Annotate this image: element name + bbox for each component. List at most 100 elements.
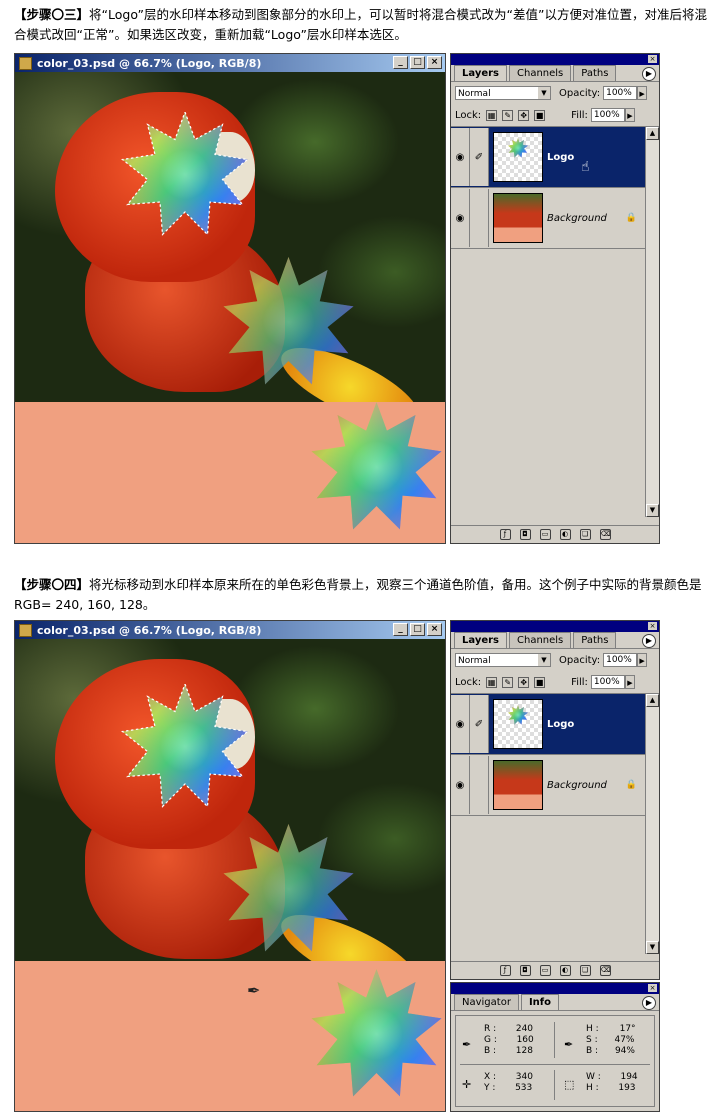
panel-close-icon[interactable]: × bbox=[648, 55, 657, 63]
layer-style-icon[interactable]: ƒ bbox=[499, 529, 511, 540]
blend-mode-select[interactable]: Normal ▼ bbox=[455, 86, 551, 100]
panel-menu-arrow-icon[interactable]: ▶ bbox=[642, 634, 656, 648]
tab-layers[interactable]: Layers bbox=[454, 632, 507, 648]
blend-mode-value: Normal bbox=[458, 89, 491, 99]
maximize-button[interactable]: □ bbox=[410, 623, 425, 636]
x-value: 340 bbox=[515, 1072, 533, 1082]
link-icon[interactable] bbox=[470, 756, 489, 814]
brush-icon[interactable]: ✐ bbox=[470, 128, 489, 186]
folder-icon[interactable]: ▭ bbox=[539, 965, 551, 976]
scroll-down-icon[interactable]: ▼ bbox=[646, 504, 659, 517]
eye-icon[interactable]: ◉ bbox=[451, 189, 470, 247]
fill-arrow-icon[interactable]: ▶ bbox=[624, 108, 635, 122]
opacity-label: Opacity: bbox=[559, 87, 601, 99]
scroll-up-icon[interactable]: ▲ bbox=[646, 694, 659, 707]
new-layer-icon[interactable]: ❏ bbox=[579, 529, 591, 540]
image-canvas[interactable]: ✒ bbox=[15, 639, 445, 1111]
s-value: 47% bbox=[614, 1035, 635, 1045]
maximize-button[interactable]: □ bbox=[410, 56, 425, 69]
g-label: G : bbox=[484, 1035, 497, 1045]
layer-scrollbar[interactable]: ▲ ▼ bbox=[645, 127, 659, 517]
fill-label: Fill: bbox=[571, 109, 588, 121]
layer-thumbnail bbox=[493, 193, 543, 243]
layer-row-logo[interactable]: ◉ ✐ Logo bbox=[451, 694, 645, 755]
lock-all-icon[interactable]: ■ bbox=[534, 676, 546, 688]
opacity-input[interactable]: 100% bbox=[603, 86, 638, 100]
mask-icon[interactable]: ◘ bbox=[519, 529, 531, 540]
tab-paths[interactable]: Paths bbox=[573, 632, 617, 648]
trash-icon[interactable]: ⌫ bbox=[599, 965, 611, 976]
layers-panel-2: × Layers Channels Paths ▶ Normal ▼ Opacit… bbox=[450, 620, 660, 980]
tab-info[interactable]: Info bbox=[520, 994, 559, 1010]
fill-input[interactable]: 100% bbox=[590, 675, 625, 689]
layer-row-background[interactable]: ◉ Background 🔒 bbox=[451, 188, 645, 249]
lock-transparency-icon[interactable]: ▦ bbox=[486, 109, 498, 121]
w-label: W : bbox=[586, 1072, 601, 1082]
lock-paint-icon[interactable]: ✎ bbox=[502, 676, 514, 688]
watermark-star-sample bbox=[311, 402, 442, 530]
scroll-up-icon[interactable]: ▲ bbox=[646, 127, 659, 140]
layer-list: ◉ ✐ Logo ☝ ◉ Background 🔒 ▲ ▼ bbox=[451, 126, 659, 517]
tab-paths[interactable]: Paths bbox=[573, 65, 617, 81]
opacity-input[interactable]: 100% bbox=[603, 653, 638, 667]
brush-icon[interactable]: ✐ bbox=[470, 695, 489, 753]
brightness-label: B : bbox=[586, 1046, 599, 1056]
mask-icon[interactable]: ◘ bbox=[519, 965, 531, 976]
panel-menu-arrow-icon[interactable]: ▶ bbox=[642, 996, 656, 1010]
layer-list: ◉ ✐ Logo ◉ Background 🔒 ▲ ▼ bbox=[451, 693, 659, 954]
panel-close-icon[interactable]: × bbox=[648, 622, 657, 630]
step4-text: 将光标移动到水印样本原来所在的单色彩色背景上，观察三个通道色阶值，备用。这个例子… bbox=[14, 577, 702, 612]
tab-navigator[interactable]: Navigator bbox=[454, 994, 519, 1010]
panel-close-icon[interactable]: × bbox=[648, 984, 657, 992]
layer-name: Background bbox=[547, 779, 607, 791]
step3-text: 将“Logo”层的水印样本移动到图象部分的水印上，可以暂时将混合模式改为“差值”… bbox=[14, 7, 707, 42]
panel-menu-arrow-icon[interactable]: ▶ bbox=[642, 67, 656, 81]
lock-move-icon[interactable]: ✥ bbox=[518, 676, 530, 688]
tab-layers[interactable]: Layers bbox=[454, 65, 507, 81]
new-layer-icon[interactable]: ❏ bbox=[579, 965, 591, 976]
document-titlebar[interactable]: color_03.psd @ 66.7% (Logo, RGB/8) _ □ × bbox=[15, 54, 445, 72]
lock-move-icon[interactable]: ✥ bbox=[518, 109, 530, 121]
step4-heading: 【步骤〇四】 bbox=[14, 577, 90, 592]
fill-arrow-icon[interactable]: ▶ bbox=[624, 675, 635, 689]
minimize-button[interactable]: _ bbox=[393, 623, 408, 636]
folder-icon[interactable]: ▭ bbox=[539, 529, 551, 540]
blend-mode-select[interactable]: Normal ▼ bbox=[455, 653, 551, 667]
opacity-arrow-icon[interactable]: ▶ bbox=[637, 653, 648, 667]
w-value: 194 bbox=[620, 1072, 638, 1082]
eye-icon[interactable]: ◉ bbox=[451, 695, 470, 753]
layer-row-background[interactable]: ◉ Background 🔒 bbox=[451, 755, 645, 816]
h-label: H : bbox=[586, 1024, 599, 1034]
minimize-button[interactable]: _ bbox=[393, 56, 408, 69]
trash-icon[interactable]: ⌫ bbox=[599, 529, 611, 540]
layers-bottom-bar: ƒ ◘ ▭ ◐ ❏ ⌫ bbox=[451, 525, 659, 543]
opacity-arrow-icon[interactable]: ▶ bbox=[637, 86, 648, 100]
fill-input[interactable]: 100% bbox=[590, 108, 625, 122]
lock-paint-icon[interactable]: ✎ bbox=[502, 109, 514, 121]
adjustment-layer-icon[interactable]: ◐ bbox=[559, 965, 571, 976]
scroll-down-icon[interactable]: ▼ bbox=[646, 941, 659, 954]
lock-all-icon[interactable]: ■ bbox=[534, 109, 546, 121]
document-window-1[interactable]: color_03.psd @ 66.7% (Logo, RGB/8) _ □ × bbox=[14, 53, 446, 544]
close-button[interactable]: × bbox=[427, 56, 442, 69]
layer-name: Logo bbox=[547, 151, 575, 163]
crosshair-icon: ✛ bbox=[462, 1078, 472, 1091]
image-canvas[interactable] bbox=[15, 72, 445, 543]
tab-channels[interactable]: Channels bbox=[509, 632, 572, 648]
tab-channels[interactable]: Channels bbox=[509, 65, 572, 81]
layer-row-logo[interactable]: ◉ ✐ Logo ☝ bbox=[451, 127, 645, 188]
eye-icon[interactable]: ◉ bbox=[451, 756, 470, 814]
r-value: 240 bbox=[515, 1024, 534, 1034]
lock-transparency-icon[interactable]: ▦ bbox=[486, 676, 498, 688]
layer-style-icon[interactable]: ƒ bbox=[499, 965, 511, 976]
adjustment-layer-icon[interactable]: ◐ bbox=[559, 529, 571, 540]
eye-icon[interactable]: ◉ bbox=[451, 128, 470, 186]
document-window-2[interactable]: color_03.psd @ 66.7% (Logo, RGB/8) _ □ ×… bbox=[14, 620, 446, 1112]
watermark-star-image bbox=[223, 257, 354, 385]
layer-scrollbar[interactable]: ▲ ▼ bbox=[645, 694, 659, 954]
close-button[interactable]: × bbox=[427, 623, 442, 636]
document-titlebar[interactable]: color_03.psd @ 66.7% (Logo, RGB/8) _ □ × bbox=[15, 621, 445, 639]
g-value: 160 bbox=[516, 1035, 534, 1045]
watermark-star-sample bbox=[311, 969, 442, 1097]
link-icon[interactable] bbox=[470, 189, 489, 247]
